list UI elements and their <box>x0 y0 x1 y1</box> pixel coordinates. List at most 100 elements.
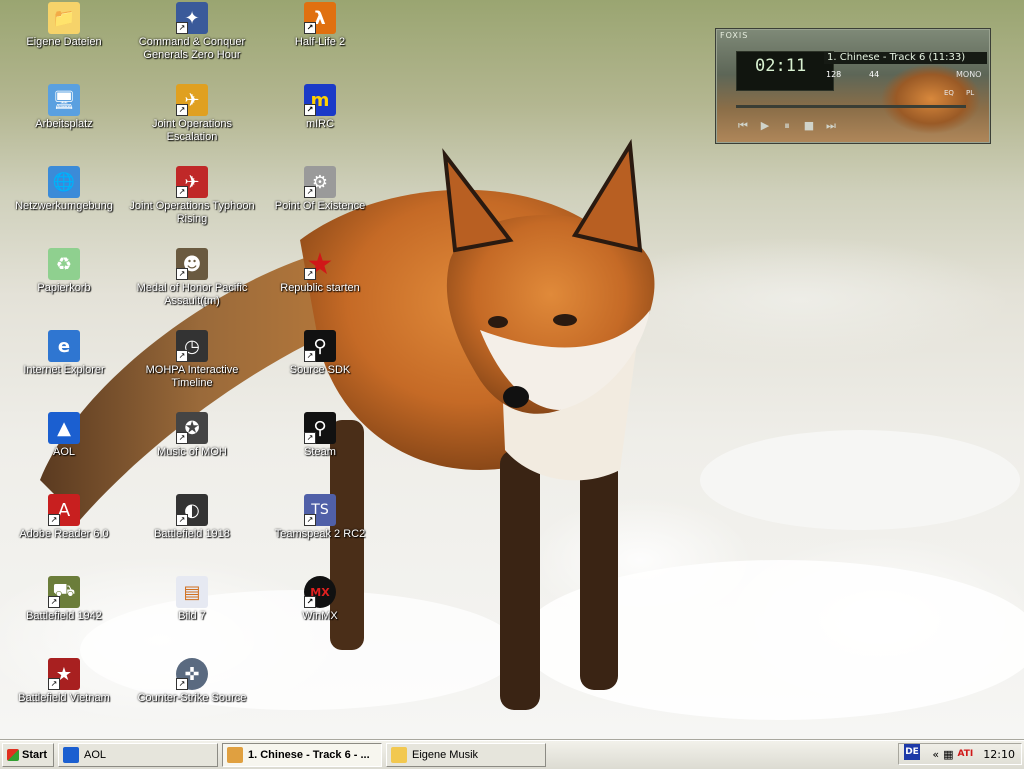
shortcut-arrow-icon: ↗ <box>48 514 60 526</box>
aol-icon: ▲ <box>48 412 80 444</box>
shortcut-arrow-icon: ↗ <box>304 596 316 608</box>
desktop-icon-source-sdk[interactable]: ⚲ ↗ Source SDK <box>256 330 384 377</box>
desktop-icon-battlefield-vietnam[interactable]: ★ ↗ Battlefield Vietnam <box>0 658 128 705</box>
desktop-icon-eigene-dateien[interactable]: 📁 Eigene Dateien <box>0 2 128 49</box>
player-track-title: 1. Chinese - Track 6 (11:33) <box>824 52 987 64</box>
player-playlist-button[interactable]: PL <box>966 89 974 97</box>
desktop-icon-republic[interactable]: ★ ↗ Republic starten <box>256 247 384 295</box>
teamspeak-icon: TS ↗ <box>304 494 336 526</box>
icon-label: Republic starten <box>280 282 360 294</box>
shortcut-arrow-icon: ↗ <box>176 350 188 362</box>
taskbar-button-label: Eigene Musik <box>412 749 479 761</box>
pause-icon[interactable]: ⏸ <box>780 119 794 133</box>
tray-network-icon[interactable]: ▦ <box>943 748 953 761</box>
medal-of-honor-icon: ☻ ↗ <box>176 248 208 280</box>
desktop-icon-battlefield-1942[interactable]: ⛟ ↗ Battlefield 1942 <box>0 576 128 623</box>
desktop-icon-point-of-existence[interactable]: ⚙ ↗ Point Of Existence <box>256 166 384 213</box>
desktop-icon-winmx[interactable]: MX ↗ WinMX <box>256 576 384 623</box>
icon-label: Command & Conquer Generals Zero Hour <box>138 36 246 61</box>
my-computer-icon: 🖥 <box>48 84 80 116</box>
desktop-icon-bild-7[interactable]: ▤ Bild 7 <box>128 576 256 623</box>
player-seek-bar[interactable] <box>736 105 966 108</box>
icon-label: Joint Operations Typhoon Rising <box>129 200 255 225</box>
icon-label: AOL <box>52 446 75 458</box>
icon-label: Music of MOH <box>157 446 227 458</box>
desktop-icon-netzwerkumgebung[interactable]: 🌐 Netzwerkumgebung <box>0 166 128 213</box>
shortcut-arrow-icon: ↗ <box>176 186 188 198</box>
icon-label: Arbeitsplatz <box>35 118 93 130</box>
half-life-2-icon: λ ↗ <box>304 2 336 34</box>
desktop-icon-battlefield-1918[interactable]: ◐ ↗ Battlefield 1918 <box>128 494 256 541</box>
shortcut-arrow-icon: ↗ <box>304 186 316 198</box>
player-eq-button[interactable]: EQ <box>944 89 954 97</box>
icon-label: Point Of Existence <box>274 200 366 212</box>
internet-explorer-icon: e <box>48 330 80 362</box>
shortcut-arrow-icon: ↗ <box>176 514 188 526</box>
desktop-icon-half-life-2[interactable]: λ ↗ Half-Life 2 <box>256 2 384 49</box>
stop-icon[interactable]: ■ <box>802 119 816 133</box>
recycle-bin-icon: ♻ <box>48 248 80 280</box>
shortcut-arrow-icon: ↗ <box>304 268 316 280</box>
icon-label: WinMX <box>302 610 338 622</box>
mirc-icon: m ↗ <box>304 84 336 116</box>
republic-star-icon: ★ ↗ <box>304 247 336 282</box>
previous-icon[interactable]: ⏮ <box>736 119 750 133</box>
desktop-icon-adobe-reader[interactable]: A ↗ Adobe Reader 6.0 <box>0 494 128 541</box>
icon-label: Netzwerkumgebung <box>15 200 113 212</box>
desktop-icon-papierkorb[interactable]: ♻ Papierkorb <box>0 248 128 295</box>
desktop-icon-joint-operations-typhoon[interactable]: ✈ ↗ Joint Operations Typhoon Rising <box>128 166 256 226</box>
start-label: Start <box>22 749 48 761</box>
icon-label: Joint Operations Escalation <box>151 118 233 143</box>
adobe-reader-icon: A ↗ <box>48 494 80 526</box>
desktop-icon-music-of-moh[interactable]: ✪ ↗ Music of MOH <box>128 412 256 459</box>
taskbar-button-aol[interactable]: AOL <box>58 743 218 767</box>
windows-logo-icon <box>7 749 19 761</box>
joint-operations-typhoon-icon: ✈ ↗ <box>176 166 208 198</box>
next-icon[interactable]: ⏭ <box>824 119 838 133</box>
desktop-icon-command-conquer[interactable]: ✦ ↗ Command & Conquer Generals Zero Hour <box>128 2 256 62</box>
icon-label: Counter-Strike Source <box>137 692 247 704</box>
desktop-icon-arbeitsplatz[interactable]: 🖥 Arbeitsplatz <box>0 84 128 131</box>
source-sdk-icon: ⚲ ↗ <box>304 330 336 362</box>
player-mode: MONO <box>956 70 982 79</box>
start-button[interactable]: Start <box>2 743 54 767</box>
icon-label: Eigene Dateien <box>26 36 102 48</box>
taskbar-button-eigene-musik[interactable]: Eigene Musik <box>386 743 546 767</box>
desktop-icon-aol[interactable]: ▲ AOL <box>0 412 128 459</box>
icon-label: Internet Explorer <box>23 364 105 376</box>
joint-operations-escalation-icon: ✈ ↗ <box>176 84 208 116</box>
desktop-icon-teamspeak[interactable]: TS ↗ Teamspeak 2 RC2 <box>256 494 384 541</box>
network-places-icon: 🌐 <box>48 166 80 198</box>
player-kbps: 128 <box>826 70 842 79</box>
desktop-icon-counter-strike[interactable]: ✜ ↗ Counter-Strike Source <box>128 658 256 705</box>
desktop-icon-mohpa-timeline[interactable]: ◷ ↗ MOHPA Interactive Timeline <box>128 330 256 390</box>
icon-label: Battlefield Vietnam <box>18 692 110 704</box>
music-player-window[interactable]: FOXIS 02:11 1. Chinese - Track 6 (11:33)… <box>715 28 991 144</box>
point-of-existence-icon: ⚙ ↗ <box>304 166 336 198</box>
icon-label: Steam <box>304 446 336 458</box>
desktop: 📁 Eigene Dateien 🖥 Arbeitsplatz 🌐 Netzwe… <box>0 0 1024 740</box>
folder-icon <box>391 747 407 763</box>
tray-expand-icon[interactable]: « <box>932 748 939 761</box>
winmx-icon: MX ↗ <box>304 576 336 608</box>
tray-ati-icon[interactable]: ATI <box>958 749 974 759</box>
desktop-icon-mirc[interactable]: m ↗ mIRC <box>256 84 384 131</box>
taskbar-button-winamp[interactable]: 1. Chinese - Track 6 - ... <box>222 743 382 767</box>
desktop-icon-steam[interactable]: ⚲ ↗ Steam <box>256 412 384 459</box>
icon-label: Source SDK <box>289 364 351 376</box>
winamp-icon <box>227 747 243 763</box>
taskbar-button-label: AOL <box>84 749 107 761</box>
desktop-icon-medal-of-honor[interactable]: ☻ ↗ Medal of Honor Pacific Assault(tm) <box>128 248 256 308</box>
shortcut-arrow-icon: ↗ <box>304 514 316 526</box>
shortcut-arrow-icon: ↗ <box>176 268 188 280</box>
steam-icon: ⚲ ↗ <box>304 412 336 444</box>
shortcut-arrow-icon: ↗ <box>176 104 188 116</box>
desktop-icon-joint-operations-escalation[interactable]: ✈ ↗ Joint Operations Escalation <box>128 84 256 144</box>
play-icon[interactable]: ▶ <box>758 119 772 133</box>
clock[interactable]: 12:10 <box>983 748 1015 761</box>
shortcut-arrow-icon: ↗ <box>304 350 316 362</box>
desktop-icon-internet-explorer[interactable]: e Internet Explorer <box>0 330 128 377</box>
music-of-moh-icon: ✪ ↗ <box>176 412 208 444</box>
aol-icon <box>63 747 79 763</box>
icon-label: Teamspeak 2 RC2 <box>274 528 366 540</box>
